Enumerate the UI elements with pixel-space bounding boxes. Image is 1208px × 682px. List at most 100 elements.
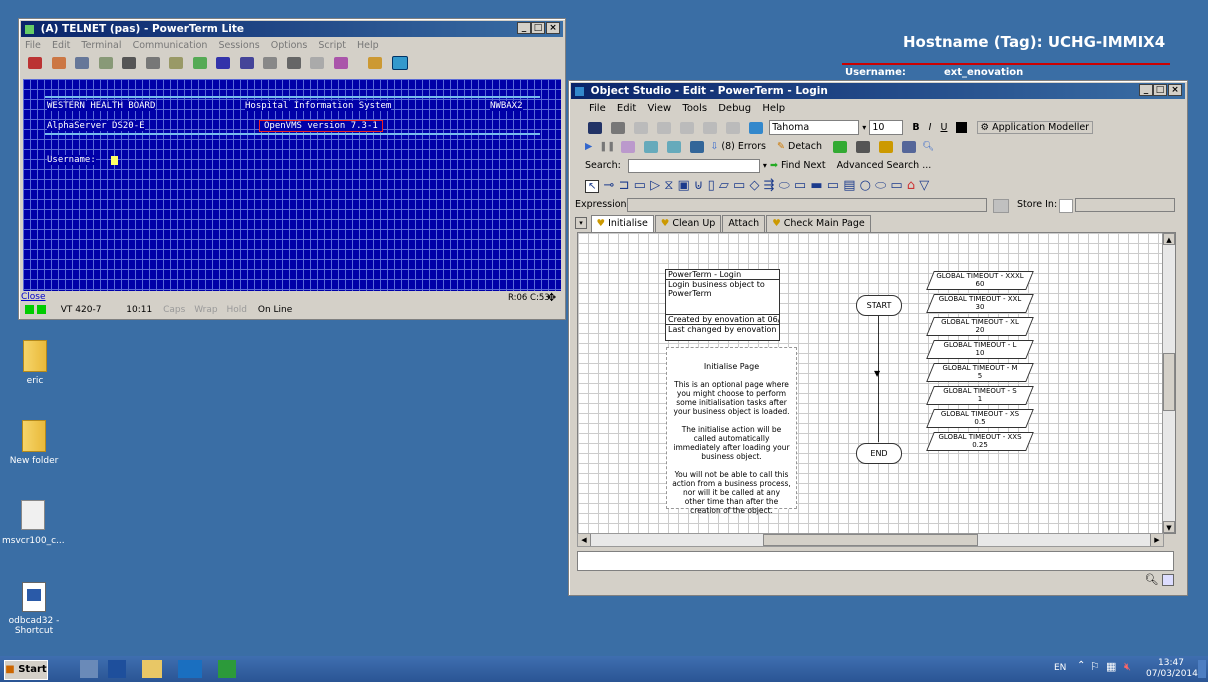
desktop-icon-eric[interactable]: eric — [4, 340, 66, 386]
blue-prism-icon[interactable] — [178, 660, 202, 678]
menu-help[interactable]: Help — [357, 40, 379, 51]
minimize-button[interactable]: _ — [1139, 84, 1153, 96]
write-tool-icon[interactable]: ▭ — [733, 178, 745, 193]
store-in-button[interactable] — [1059, 199, 1073, 213]
timeout-stage[interactable]: GLOBAL TIMEOUT - XS 0.5 — [926, 409, 1034, 428]
keyboard-icon[interactable] — [192, 57, 207, 69]
volume-muted-icon[interactable]: 🔇︎ — [1124, 660, 1131, 674]
advanced-search-button[interactable]: Advanced Search ... — [837, 160, 932, 171]
vertical-scrollbar[interactable]: ▲ ▼ — [1162, 233, 1175, 533]
terminal-screen[interactable]: WESTERN HEALTH BOARD Hospital Informatio… — [23, 79, 561, 291]
zoom-icon[interactable]: 🔍︎ — [1145, 573, 1159, 586]
menu-view[interactable]: View — [647, 103, 671, 114]
powershell-icon[interactable] — [108, 660, 126, 678]
expression-builder-button[interactable] — [993, 199, 1009, 213]
terminal-view-icon[interactable] — [216, 57, 230, 69]
menu-communication[interactable]: Communication — [133, 40, 208, 51]
font-select[interactable]: Tahoma — [769, 120, 860, 135]
settings-icon[interactable] — [169, 57, 183, 69]
wait-tool-icon[interactable]: ▭ — [827, 178, 839, 193]
scroll-left-icon[interactable]: ◀ — [578, 534, 591, 546]
flag-icon[interactable]: ⚐ — [1090, 660, 1100, 673]
menu-sessions[interactable]: Sessions — [218, 40, 259, 51]
document-icon[interactable] — [368, 57, 382, 69]
move-icon[interactable]: ✥ — [547, 291, 556, 304]
font-size-select[interactable]: 10 — [869, 120, 904, 135]
close-link[interactable]: Close — [21, 292, 46, 302]
maximize-button[interactable]: □ — [1153, 84, 1167, 96]
bold-button[interactable]: B — [912, 122, 919, 133]
print-icon[interactable] — [611, 121, 626, 134]
end-tool-icon[interactable]: ⬭ — [875, 178, 886, 193]
telnet-titlebar[interactable]: (A) TELNET (pas) - PowerTerm Lite — [21, 21, 563, 37]
action-tool-icon[interactable]: ⧖ — [664, 178, 673, 193]
subsheet-tool-icon[interactable]: ▣ — [677, 178, 689, 193]
anchor-tool-icon[interactable]: ○ — [860, 178, 871, 193]
data-tool-icon[interactable]: ⬭ — [779, 178, 790, 193]
process-tool-icon[interactable]: ▭ — [634, 178, 646, 193]
timeout-stage[interactable]: GLOBAL TIMEOUT - XXXL 60 — [926, 271, 1034, 290]
step-icon[interactable] — [621, 140, 636, 153]
zoom-icon[interactable]: 🔍︎ — [922, 141, 934, 152]
timeout-stage[interactable]: GLOBAL TIMEOUT - XL 20 — [926, 317, 1034, 336]
tab-clean-up[interactable]: ♥ Clean Up — [654, 215, 722, 232]
redo-icon[interactable] — [726, 121, 741, 134]
find-next-button[interactable]: ➡ Find Next — [770, 160, 829, 171]
block-tool-icon[interactable]: ⊐ — [619, 178, 630, 193]
menu-terminal[interactable]: Terminal — [81, 40, 121, 51]
read-tool-icon[interactable]: ▱ — [719, 178, 729, 193]
exception-tool-icon[interactable]: ▭ — [890, 178, 902, 193]
start-button[interactable]: ■ Start — [4, 660, 48, 680]
cut-icon[interactable] — [634, 121, 649, 134]
refresh-icon[interactable] — [690, 140, 705, 153]
color-swatch[interactable] — [956, 122, 968, 133]
expression-input[interactable] — [627, 198, 987, 212]
scroll-thumb[interactable] — [763, 534, 978, 546]
grid-toggle-icon[interactable] — [1162, 574, 1174, 586]
step-out-icon[interactable] — [667, 140, 682, 153]
chevron-up-icon[interactable]: ⌃ — [1077, 660, 1085, 671]
resume-tool-icon[interactable]: ▽ — [919, 178, 929, 193]
menu-file[interactable]: File — [589, 103, 606, 114]
note-tool-icon[interactable]: ▬ — [810, 178, 822, 193]
errors-button[interactable]: ⇩ (8) Errors — [710, 141, 769, 152]
chevron-down-icon[interactable]: ▾ — [862, 123, 866, 132]
app-icon[interactable] — [749, 121, 764, 134]
timeout-stage[interactable]: GLOBAL TIMEOUT - S1 — [926, 386, 1034, 405]
paste-icon[interactable] — [98, 57, 113, 69]
diagram-canvas[interactable]: PowerTerm - Login Login business object … — [577, 232, 1176, 534]
network-icon[interactable]: ▦ — [1106, 660, 1116, 673]
menu-options[interactable]: Options — [271, 40, 308, 51]
scroll-down-icon[interactable]: ▼ — [1163, 521, 1175, 533]
chart-icon[interactable] — [879, 140, 894, 153]
tab-check-main-page[interactable]: ♥ Check Main Page — [766, 215, 871, 232]
code-tool-icon[interactable]: ▤ — [843, 178, 855, 193]
close-button[interactable]: × — [546, 22, 560, 34]
chevron-down-icon[interactable]: ▾ — [763, 161, 767, 170]
export-icon[interactable] — [902, 140, 917, 153]
grid-icon[interactable] — [239, 57, 254, 69]
decision-tool-icon[interactable]: ◇ — [749, 178, 759, 193]
print-icon[interactable] — [122, 57, 136, 69]
link-tool-icon[interactable]: ⊸ — [604, 178, 615, 193]
loop-tool-icon[interactable]: ⊍ — [694, 178, 704, 193]
menu-script[interactable]: Script — [318, 40, 346, 51]
underline-button[interactable]: U — [940, 122, 947, 133]
italic-button[interactable]: I — [929, 122, 932, 133]
search-input[interactable] — [627, 158, 760, 173]
telnet-connect-icon[interactable] — [28, 57, 42, 69]
active-view-icon[interactable] — [391, 56, 408, 70]
menu-edit[interactable]: Edit — [617, 103, 636, 114]
binoculars-icon[interactable] — [856, 140, 871, 153]
scroll-right-icon[interactable]: ▶ — [1150, 534, 1163, 546]
clock-time[interactable]: 13:47 — [1158, 658, 1184, 668]
properties-panel[interactable] — [577, 551, 1174, 571]
menu-edit[interactable]: Edit — [52, 40, 70, 51]
play-icon[interactable]: ▶ — [585, 141, 592, 152]
calculation-tool-icon[interactable]: ▯ — [708, 178, 715, 193]
script-icon[interactable] — [333, 57, 348, 69]
close-button[interactable]: × — [1168, 84, 1182, 96]
timeout-stage[interactable]: GLOBAL TIMEOUT - XXS 0.25 — [926, 432, 1034, 451]
copy-icon[interactable] — [75, 57, 89, 69]
explorer-icon[interactable] — [142, 660, 162, 678]
